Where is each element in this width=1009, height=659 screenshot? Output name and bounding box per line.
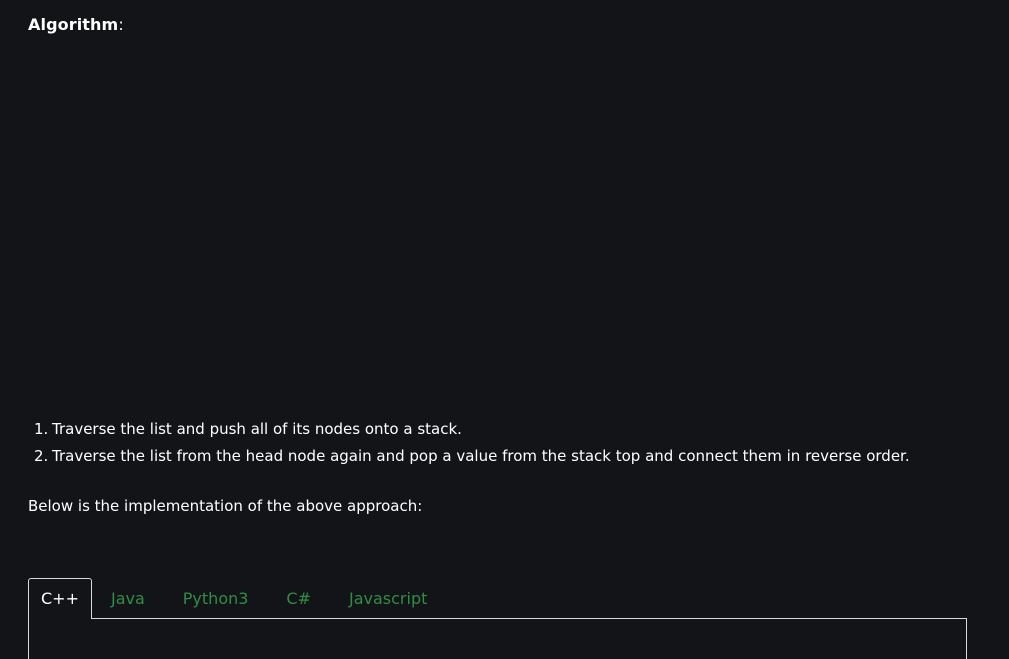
tab-javascript[interactable]: Javascript xyxy=(330,578,446,619)
algorithm-steps: 1. Traverse the list and push all of its … xyxy=(34,416,910,470)
step-item: 1. Traverse the list and push all of its … xyxy=(34,416,910,443)
step-text: Traverse the list from the head node aga… xyxy=(52,447,910,465)
step-text: Traverse the list and push all of its no… xyxy=(52,420,462,438)
tab-java[interactable]: Java xyxy=(92,578,164,619)
heading-label: Algorithm xyxy=(28,15,119,34)
tab-python3[interactable]: Python3 xyxy=(164,578,268,619)
step-number: 2. xyxy=(34,447,49,465)
section-heading: Algorithm: xyxy=(28,14,124,36)
code-panel xyxy=(28,618,967,659)
heading-suffix: : xyxy=(118,15,124,34)
algorithm-illustration xyxy=(28,44,980,394)
tab-cpp[interactable]: C++ xyxy=(28,578,92,619)
step-item: 2. Traverse the list from the head node a… xyxy=(34,443,910,470)
language-tabs: C++ Java Python3 C# Javascript xyxy=(28,578,446,619)
tab-csharp[interactable]: C# xyxy=(267,578,330,619)
step-number: 1. xyxy=(34,420,49,438)
implementation-intro: Below is the implementation of the above… xyxy=(28,497,423,515)
